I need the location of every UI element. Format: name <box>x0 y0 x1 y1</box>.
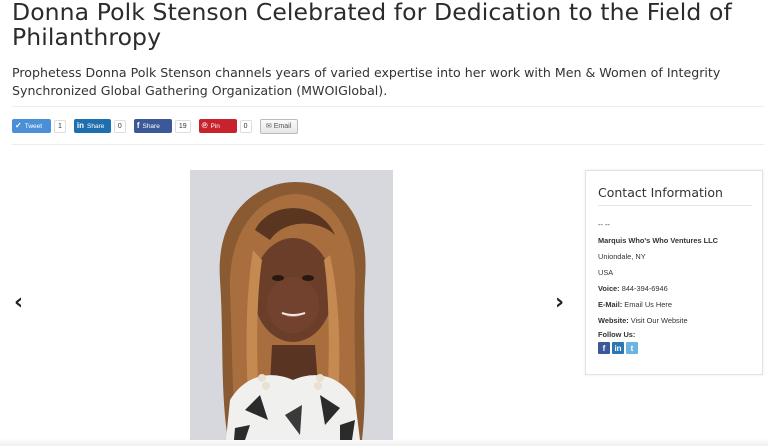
visit-website-link[interactable]: Visit Our Website <box>631 316 688 325</box>
linkedin-icon[interactable]: in <box>612 342 624 354</box>
email-label: E-Mail: <box>598 300 623 309</box>
follow-us-label: Follow Us: <box>598 330 636 339</box>
twitter-icon[interactable]: t <box>626 342 638 354</box>
pin-count: 0 <box>239 119 252 133</box>
tweet-count: 1 <box>54 119 66 133</box>
facebook-share-button[interactable]: f Share <box>133 119 172 133</box>
divider <box>598 205 752 206</box>
contact-information-panel: Contact Information -- -- Marquis Who's … <box>585 170 763 375</box>
twitter-icon: ✓ <box>15 121 22 130</box>
chevron-right-icon[interactable]: › <box>555 290 564 315</box>
contact-city: Uniondale, NY <box>598 252 646 261</box>
divider <box>12 106 764 107</box>
pin-label: Pin <box>210 122 220 130</box>
email-us-link[interactable]: Email Us Here <box>624 300 672 309</box>
facebook-count: 19 <box>174 119 191 133</box>
facebook-share-label: Share <box>142 122 160 130</box>
website-label: Website: <box>598 316 629 325</box>
facebook-icon: f <box>136 121 140 130</box>
divider <box>12 144 764 145</box>
chevron-left-icon[interactable]: ‹ <box>14 290 23 315</box>
pinterest-icon: ℗ <box>201 121 208 130</box>
linkedin-icon: in <box>76 121 85 130</box>
social-links: f in t <box>598 342 758 354</box>
voice-label: Voice: <box>598 284 620 293</box>
profile-photo[interactable] <box>190 170 393 440</box>
contact-country: USA <box>598 268 614 277</box>
contact-company: Marquis Who's Who Ventures LLC <box>598 236 719 245</box>
envelope-icon: ✉ <box>265 123 272 130</box>
portrait-image <box>190 170 393 440</box>
article-title: Donna Polk Stenson Celebrated for Dedica… <box>12 0 732 51</box>
linkedin-share-button[interactable]: in Share <box>73 119 111 133</box>
footer-edge <box>0 438 768 446</box>
article-summary: Prophetess Donna Polk Stenson channels y… <box>12 65 721 98</box>
share-bar: ✓ Tweet 1 in Share 0 f Share 19 ℗ Pin 0 … <box>12 118 298 134</box>
linkedin-count: 0 <box>113 119 126 133</box>
facebook-icon[interactable]: f <box>598 342 610 354</box>
tweet-label: Tweet <box>24 122 43 130</box>
voice-number: 844-394-6946 <box>621 284 668 293</box>
contact-name-placeholder: -- -- <box>598 220 610 229</box>
email-label: Email <box>273 122 292 130</box>
contact-title: Contact Information <box>598 185 723 200</box>
email-share-button[interactable]: ✉ Email <box>259 118 298 134</box>
linkedin-share-label: Share <box>87 122 105 130</box>
pinterest-pin-button[interactable]: ℗ Pin <box>198 119 237 133</box>
tweet-button[interactable]: ✓ Tweet <box>12 119 51 133</box>
